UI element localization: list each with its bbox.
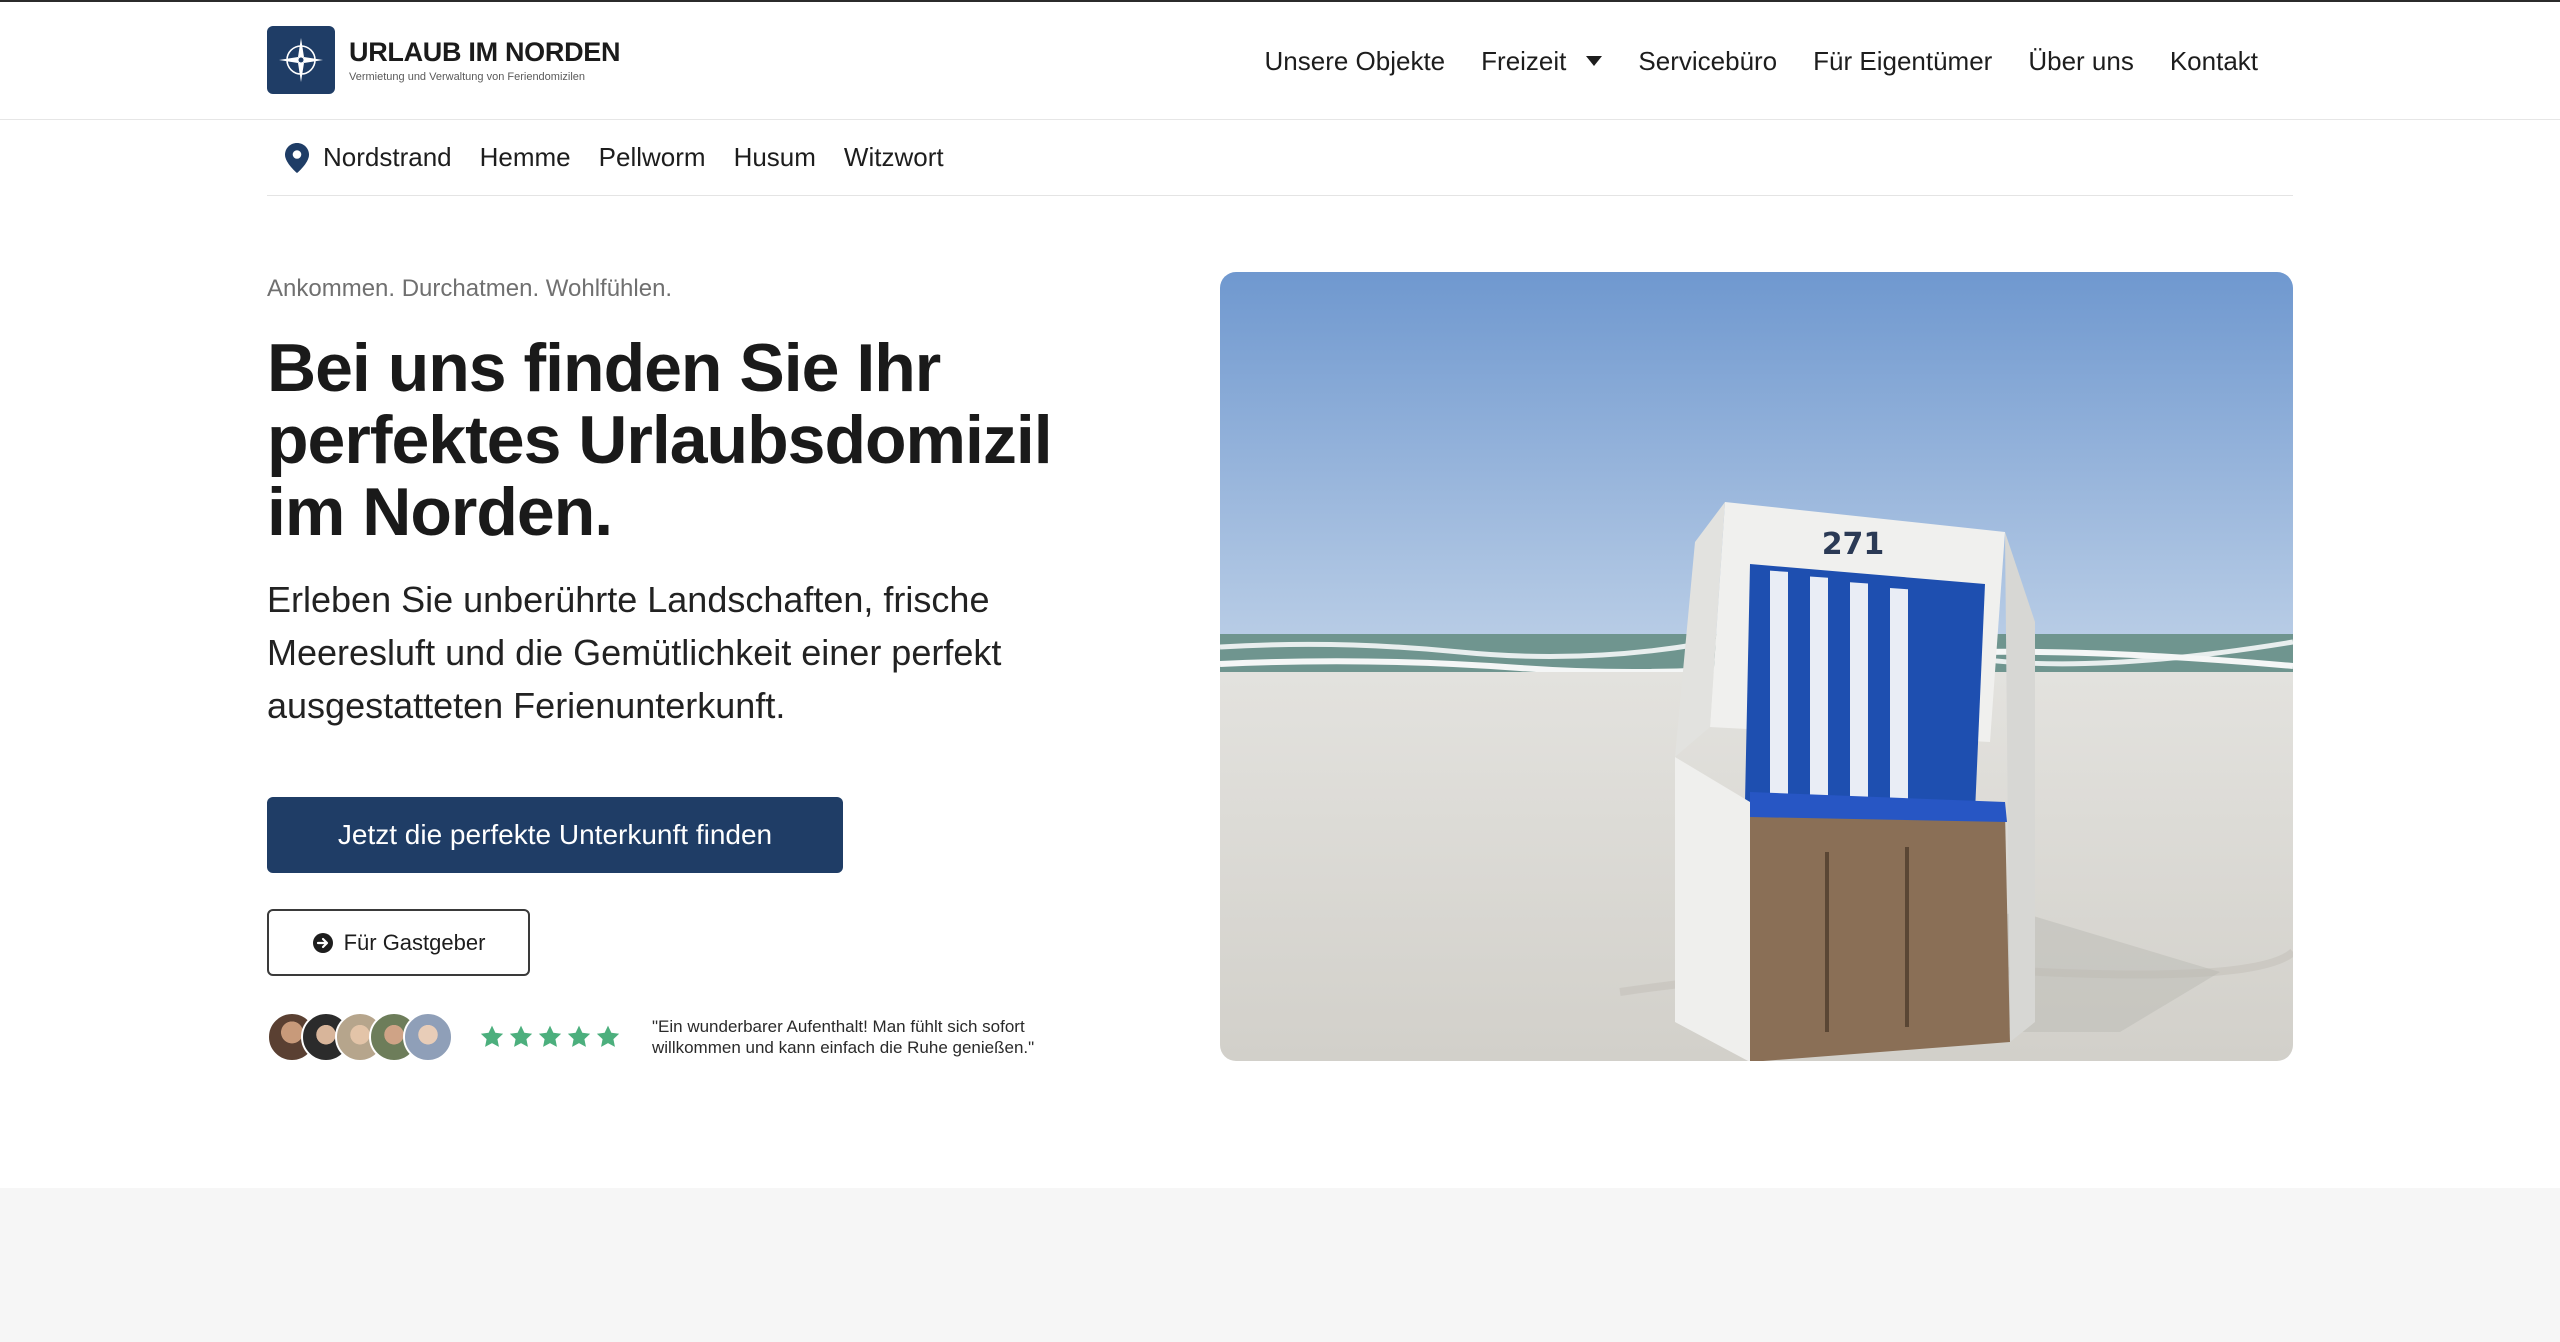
for-hosts-label: Für Gastgeber [343, 929, 486, 955]
location-link-nordstrand[interactable]: Nordstrand [323, 142, 452, 173]
reviewer-avatars [267, 1012, 453, 1062]
star-icon [480, 1025, 504, 1047]
rating-stars [479, 1024, 624, 1050]
next-section-background [0, 1188, 2560, 1342]
nav-label: Servicebüro [1638, 45, 1778, 76]
nav-label: Unsere Objekte [1264, 45, 1446, 76]
location-link-witzwort[interactable]: Witzwort [844, 142, 944, 173]
location-link-husum[interactable]: Husum [734, 142, 816, 173]
site-header: URLAUB IM NORDEN Vermietung und Verwaltu… [0, 2, 2560, 120]
beach-chair-number: 271 [1822, 527, 1885, 562]
location-link-hemme[interactable]: Hemme [480, 142, 571, 173]
hero-tagline: Ankommen. Durchatmen. Wohlfühlen. [267, 275, 673, 302]
nav-label: Freizeit [1481, 45, 1567, 76]
main-nav: Unsere Objekte Freizeit Servicebüro Für … [1229, 2, 2259, 120]
nav-item-servicebuero[interactable]: Servicebüro [1638, 46, 1777, 77]
compass-icon [267, 26, 335, 94]
brand-subtitle: Vermietung und Verwaltung von Feriendomi… [349, 71, 586, 83]
nav-item-unsere-objekte[interactable]: Unsere Objekte [1265, 46, 1446, 77]
review-quote: "Ein wunderbarer Aufenthalt! Man fühlt s… [652, 1017, 1035, 1057]
site-logo[interactable]: URLAUB IM NORDEN Vermietung und Verwaltu… [267, 26, 620, 94]
hero-lead: Erleben Sie unberührte Landschaften, fri… [267, 579, 1002, 726]
nav-label: Über uns [2028, 45, 2134, 76]
nav-item-kontakt[interactable]: Kontakt [2170, 46, 2258, 77]
caret-down-icon [1586, 56, 1603, 66]
star-icon [567, 1025, 591, 1047]
star-icon [538, 1025, 562, 1047]
nav-item-freizeit[interactable]: Freizeit [1481, 45, 1603, 77]
social-proof: "Ein wunderbarer Aufenthalt! Man fühlt s… [267, 1012, 1072, 1062]
for-hosts-button[interactable]: Für Gastgeber [267, 909, 530, 976]
hero-headline: Bei uns finden Sie Ihr perfektes Urlaubs… [267, 330, 1053, 550]
hero-image-beach-chair: 271 [1220, 272, 2293, 1061]
nav-item-ueber-uns[interactable]: Über uns [2028, 46, 2134, 77]
map-pin-icon [285, 142, 309, 173]
find-accommodation-button[interactable]: Jetzt die perfekte Unterkunft finden [267, 797, 843, 873]
location-link-pellworm[interactable]: Pellworm [599, 142, 706, 173]
brand-title: URLAUB IM NORDEN [349, 37, 621, 67]
star-icon [596, 1025, 620, 1047]
star-icon [509, 1025, 533, 1047]
nav-label: Kontakt [2169, 45, 2258, 76]
nav-item-fuer-eigentuemer[interactable]: Für Eigentümer [1813, 46, 1992, 77]
nav-label: Für Eigentümer [1813, 45, 1993, 76]
arrow-right-circle-icon [312, 932, 333, 953]
locations-bar: Nordstrand Hemme Pellworm Husum Witzwort [267, 120, 2293, 196]
avatar [403, 1012, 453, 1062]
